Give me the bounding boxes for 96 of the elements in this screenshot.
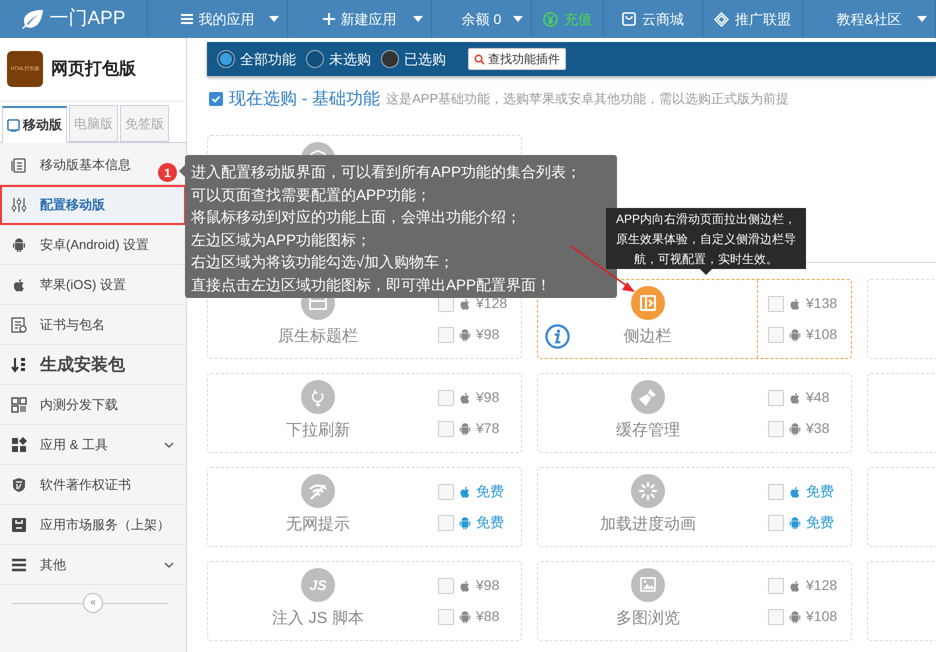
diamond-icon [714, 12, 729, 26]
app-name: 网页打包版 [51, 58, 136, 80]
purchase-checkbox[interactable] [768, 390, 784, 406]
purchase-checkbox[interactable] [438, 578, 454, 594]
search-plugin-button[interactable]: 查找功能插件 [468, 48, 566, 70]
price-label: ¥48 [806, 388, 830, 407]
purchase-checkbox[interactable] [768, 484, 784, 500]
section-description: 这是APP基础功能，选购苹果或安卓其他功能，需以选购正式版为前提 [386, 90, 790, 108]
feature-name: 无网提示 [286, 515, 350, 535]
sidebar-item[interactable]: 配置移动版 [0, 185, 186, 225]
app-logo-text: 一门APP [49, 6, 126, 31]
tooltip-line: 将鼠标移动到对应的功能上面，会弹出功能介绍； [191, 208, 522, 228]
price-label: ¥38 [806, 419, 830, 438]
feature-name: 注入 JS 脚本 [272, 608, 364, 629]
tooltip-line: 可以页面查找需要配置的APP功能； [191, 186, 432, 206]
nav-menu-item[interactable]: 余额 0 [432, 0, 532, 38]
purchase-checkbox[interactable] [438, 326, 454, 342]
price-label: ¥98 [476, 325, 500, 344]
leaf-logo-icon [21, 9, 46, 29]
bag-icon [622, 12, 636, 26]
nav-menu-item[interactable]: 云商城 [604, 0, 703, 38]
price-label: 免费 [806, 482, 834, 501]
sliders-icon [11, 196, 27, 212]
filter-radio[interactable]: 全部功能 [217, 48, 296, 70]
feature-name: 多图浏览 [616, 608, 680, 629]
purchase-checkbox[interactable] [768, 420, 784, 436]
yuan-coin-icon [543, 12, 558, 26]
price-label: ¥98 [476, 576, 500, 595]
purchase-checkbox[interactable] [768, 326, 784, 342]
sidebar-item[interactable]: 应用市场服务（上架） [0, 505, 186, 545]
price-label: ¥108 [806, 325, 838, 344]
pointer-arrow [570, 245, 635, 292]
search-icon [474, 54, 485, 64]
price-label: 免费 [476, 482, 504, 501]
price-label: ¥108 [806, 607, 838, 626]
sidebar-item[interactable]: 内测分发下载 [0, 385, 186, 425]
purchase-checkbox[interactable] [768, 578, 784, 594]
tooltip-pointer [700, 269, 712, 275]
sidebar-item[interactable]: 应用 & 工具 [0, 425, 186, 465]
menu-icon [11, 556, 27, 572]
store-icon [11, 516, 27, 532]
feature-name: 侧边栏 [624, 326, 672, 347]
price-label: 免费 [476, 513, 504, 532]
purchase-checkbox[interactable] [768, 514, 784, 530]
image-icon[interactable] [631, 568, 665, 602]
sidebar-panel-icon[interactable] [630, 286, 664, 320]
feature-tooltip: APP内向右滑动页面拉出侧边栏，原生效果体验，自定义侧滑边栏导航，可视配置，实时生效。 [606, 208, 806, 269]
purchase-checkbox[interactable] [768, 608, 784, 624]
sidebar-item[interactable]: 软件著作权证书 [0, 465, 186, 505]
sidebar-item[interactable]: 证书与包名 [0, 305, 186, 345]
tooltip-line: 进入配置移动版界面，可以看到所有APP功能的集合列表； [191, 163, 582, 183]
filter-radio[interactable]: 未选购 [306, 48, 371, 70]
wifi-off-icon[interactable] [301, 474, 335, 508]
price-label: ¥138 [806, 294, 838, 313]
shield-icon [11, 476, 27, 492]
certificate-icon [11, 316, 27, 332]
price-label: ¥88 [476, 607, 500, 626]
price-label: ¥78 [476, 419, 500, 438]
refresh-icon[interactable] [301, 380, 335, 414]
plus-icon [322, 13, 334, 25]
menu-icon [180, 14, 192, 24]
purchase-checkbox[interactable] [768, 296, 784, 312]
sidebar-item[interactable]: 生成安装包 [0, 345, 186, 385]
purchase-checkbox[interactable] [438, 390, 454, 406]
nav-menu-item[interactable]: 教程&社区 [803, 0, 936, 38]
spinner-icon[interactable] [631, 474, 665, 508]
tooltip-line: 直接点击左边区域功能图标，即可弹出APP配置界面！ [191, 276, 552, 296]
feature-name: 缓存管理 [616, 420, 680, 441]
apps-icon [11, 436, 27, 452]
tablet-icon [7, 118, 20, 132]
collapse-button[interactable]: « [83, 593, 103, 613]
broom-icon[interactable] [631, 380, 665, 414]
tooltip-line: 右边区域为将该功能勾选√加入购物车； [191, 253, 456, 273]
feature-name: 原生标题栏 [278, 326, 358, 347]
feature-name: 下拉刷新 [286, 420, 350, 441]
sidebar-item[interactable]: 其他 [0, 545, 186, 585]
price-label: ¥128 [476, 294, 508, 313]
purchase-checkbox[interactable] [438, 608, 454, 624]
sidebar-tab[interactable]: 移动版 [2, 106, 67, 143]
tooltip-line: 左边区域为APP功能图标； [191, 230, 372, 250]
nav-menu-item[interactable]: 新建应用 [288, 0, 432, 38]
purchase-checkbox[interactable] [438, 420, 454, 436]
nav-menu-item[interactable]: 推广联盟 [703, 0, 803, 38]
price-label: ¥98 [476, 388, 500, 407]
section-title: 现在选购 - 基础功能 [229, 88, 380, 110]
android-icon [11, 236, 27, 252]
section-checkbox[interactable] [209, 92, 223, 106]
filter-radio[interactable]: 已选购 [381, 48, 446, 70]
price-label: 免费 [806, 513, 834, 532]
document-icon [11, 156, 27, 172]
download-binary-icon [11, 356, 27, 372]
price-label: ¥128 [806, 576, 838, 595]
qr-code-icon [11, 396, 27, 412]
feature-name: 加载进度动画 [600, 514, 696, 535]
purchase-checkbox[interactable] [438, 484, 454, 500]
purchase-checkbox[interactable] [438, 514, 454, 530]
